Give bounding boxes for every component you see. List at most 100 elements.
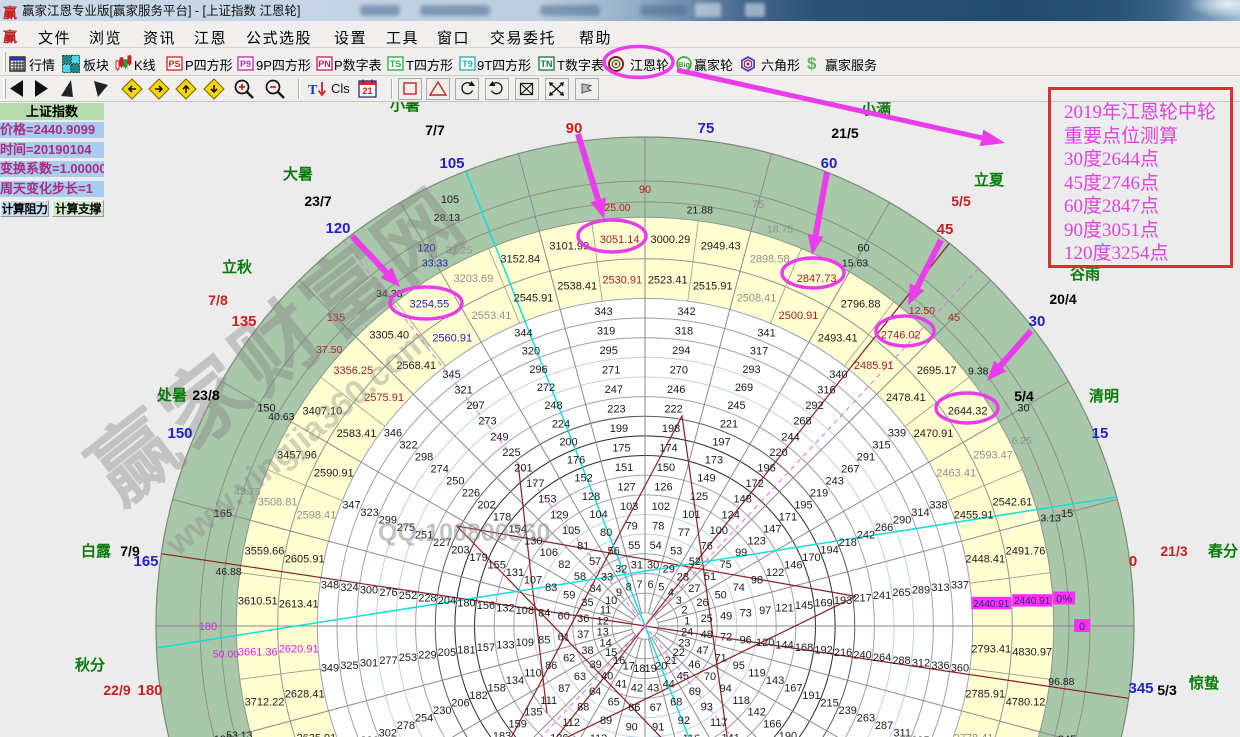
svg-text:345: 345: [442, 369, 460, 381]
svg-text:219: 219: [810, 487, 828, 499]
svg-text:200: 200: [559, 436, 577, 448]
svg-text:67: 67: [650, 702, 662, 714]
svg-text:2: 2: [681, 605, 687, 617]
svg-text:266: 266: [875, 522, 893, 534]
svg-text:3: 3: [676, 595, 682, 607]
svg-text:193: 193: [834, 595, 852, 607]
svg-text:220: 220: [769, 447, 787, 459]
svg-text:2785.91: 2785.91: [965, 689, 1005, 701]
svg-text:229: 229: [418, 650, 436, 662]
svg-text:264: 264: [873, 652, 891, 664]
svg-text:15: 15: [1061, 508, 1073, 520]
svg-text:118: 118: [732, 695, 750, 707]
svg-text:170: 170: [802, 552, 820, 564]
svg-text:248: 248: [544, 400, 562, 412]
svg-text:134: 134: [506, 675, 524, 687]
svg-text:98: 98: [751, 575, 763, 587]
svg-text:15: 15: [1092, 425, 1109, 442]
svg-text:24: 24: [681, 627, 693, 639]
svg-text:345: 345: [1128, 680, 1153, 697]
svg-text:2500.91: 2500.91: [779, 310, 819, 322]
svg-text:2485.91: 2485.91: [854, 360, 894, 372]
svg-text:2746.02: 2746.02: [881, 329, 921, 341]
svg-text:2898.58: 2898.58: [750, 254, 790, 266]
svg-text:42: 42: [631, 683, 643, 695]
svg-text:77: 77: [678, 527, 690, 539]
svg-text:21: 21: [362, 86, 372, 96]
svg-text:2593.47: 2593.47: [973, 449, 1013, 461]
svg-text:117: 117: [710, 717, 728, 729]
svg-text:39: 39: [589, 659, 601, 671]
svg-text:180: 180: [137, 682, 162, 699]
svg-text:春分: 春分: [1208, 542, 1238, 560]
svg-text:119: 119: [748, 667, 766, 679]
svg-text:69: 69: [689, 686, 701, 698]
svg-text:90: 90: [626, 722, 638, 734]
svg-text:4: 4: [668, 587, 674, 599]
svg-text:273: 273: [478, 416, 496, 428]
svg-text:109: 109: [516, 637, 534, 649]
svg-text:96.88: 96.88: [1048, 676, 1074, 688]
svg-text:289: 289: [912, 585, 930, 597]
svg-text:116: 116: [683, 733, 701, 737]
svg-text:344: 344: [514, 328, 532, 340]
svg-text:2605.91: 2605.91: [285, 553, 325, 565]
svg-text:166: 166: [763, 719, 781, 731]
svg-text:95: 95: [733, 660, 745, 672]
svg-text:3051.14: 3051.14: [600, 234, 640, 246]
svg-text:75: 75: [698, 120, 715, 137]
svg-text:2560.91: 2560.91: [432, 333, 472, 345]
svg-text:133: 133: [496, 639, 514, 651]
svg-text:75: 75: [752, 199, 764, 211]
svg-text:246: 246: [667, 384, 685, 396]
svg-text:83: 83: [545, 582, 557, 594]
svg-text:195: 195: [794, 499, 812, 511]
svg-text:5/5: 5/5: [951, 193, 971, 209]
svg-text:313: 313: [931, 582, 949, 594]
svg-text:121: 121: [775, 603, 793, 615]
svg-text:143: 143: [766, 675, 784, 687]
svg-text:46.88: 46.88: [215, 566, 241, 578]
svg-text:269: 269: [735, 382, 753, 394]
svg-text:T: T: [308, 83, 318, 98]
svg-text:150: 150: [167, 425, 192, 442]
svg-text:107: 107: [524, 575, 542, 587]
svg-text:191: 191: [802, 690, 820, 702]
svg-text:0: 0: [1079, 621, 1085, 633]
svg-text:147: 147: [763, 523, 781, 535]
svg-text:51: 51: [704, 571, 716, 583]
svg-text:7/7: 7/7: [425, 122, 445, 138]
svg-text:173: 173: [705, 455, 723, 467]
svg-text:3152.84: 3152.84: [500, 254, 540, 266]
svg-text:2628.41: 2628.41: [285, 689, 325, 701]
svg-text:171: 171: [779, 511, 797, 523]
svg-text:86: 86: [545, 660, 557, 672]
svg-text:23/7: 23/7: [304, 193, 331, 209]
svg-text:201: 201: [514, 463, 532, 475]
svg-text:277: 277: [379, 655, 397, 667]
svg-text:50: 50: [715, 590, 727, 602]
svg-text:QQ:100800360: QQ:100800360: [378, 519, 550, 547]
svg-text:204: 204: [438, 595, 456, 607]
svg-text:58: 58: [574, 571, 586, 583]
svg-text:302: 302: [379, 728, 397, 737]
svg-text:48: 48: [701, 629, 713, 641]
svg-text:311: 311: [893, 728, 911, 737]
svg-text:31: 31: [631, 559, 643, 571]
svg-text:180: 180: [199, 621, 217, 633]
svg-text:106: 106: [540, 547, 558, 559]
svg-text:150: 150: [657, 462, 675, 474]
svg-text:337: 337: [951, 580, 969, 592]
svg-text:242: 242: [857, 530, 875, 542]
svg-text:2440.91: 2440.91: [1014, 596, 1051, 607]
svg-text:2793.41: 2793.41: [971, 644, 1011, 656]
svg-text:12.50: 12.50: [909, 305, 935, 317]
svg-text:174: 174: [659, 442, 677, 454]
svg-text:64: 64: [589, 686, 601, 698]
svg-text:立秋: 立秋: [222, 258, 253, 276]
svg-text:白露: 白露: [81, 542, 112, 560]
svg-text:245: 245: [727, 400, 745, 412]
svg-text:大暑: 大暑: [283, 165, 313, 183]
svg-text:2778.41: 2778.41: [954, 733, 994, 737]
svg-text:73: 73: [740, 608, 752, 620]
